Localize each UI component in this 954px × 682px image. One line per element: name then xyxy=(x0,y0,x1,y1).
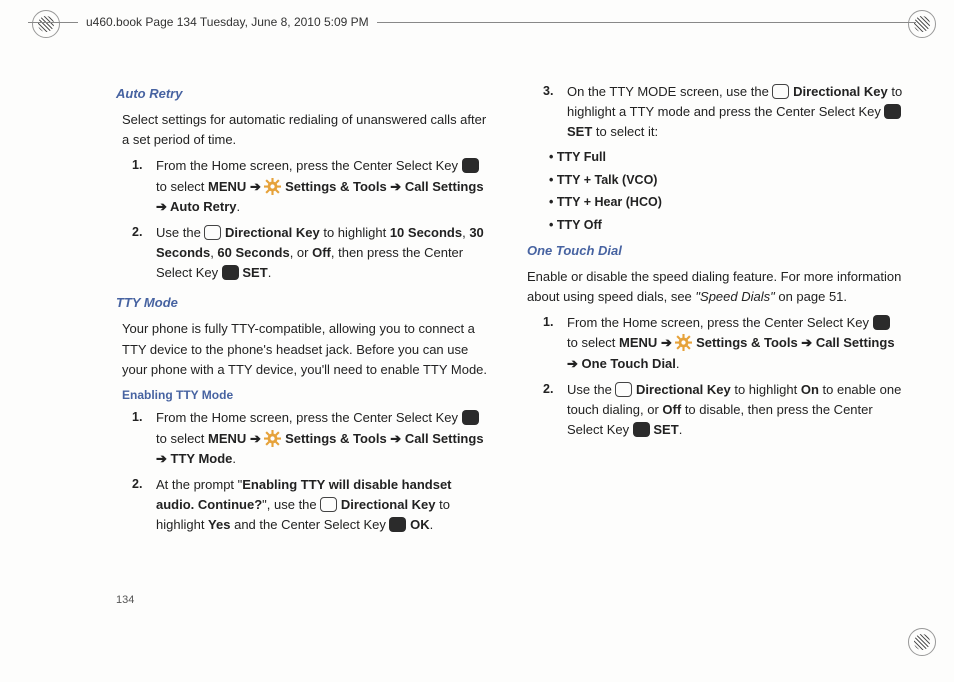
center-select-key-icon xyxy=(222,265,239,280)
tty-mode-intro: Your phone is fully TTY-compatible, allo… xyxy=(122,319,493,379)
otd-step2: 2. Use the Directional Key to highlight … xyxy=(567,380,904,440)
page-content: Auto Retry Select settings for automatic… xyxy=(116,82,904,612)
otd-step1: 1. From the Home screen, press the Cente… xyxy=(567,313,904,373)
center-select-key-icon xyxy=(884,104,901,119)
column-left: Auto Retry Select settings for automatic… xyxy=(116,82,493,612)
tty-opt-full: TTY Full xyxy=(549,148,904,167)
center-select-key-icon xyxy=(873,315,890,330)
heading-one-touch-dial: One Touch Dial xyxy=(527,241,904,261)
center-select-key-icon xyxy=(389,517,406,532)
tty-opt-hco: TTY + Hear (HCO) xyxy=(549,193,904,212)
tty-opt-vco: TTY + Talk (VCO) xyxy=(549,171,904,190)
column-right: 3. On the TTY MODE screen, use the Direc… xyxy=(527,82,904,612)
auto-retry-intro: Select settings for automatic redialing … xyxy=(122,110,493,150)
directional-key-icon xyxy=(320,497,337,512)
auto-retry-step2: 2. Use the Directional Key to highlight … xyxy=(156,223,493,283)
gear-icon xyxy=(264,178,281,195)
center-select-key-icon xyxy=(633,422,650,437)
tty-step2: 2. At the prompt "Enabling TTY will disa… xyxy=(156,475,493,535)
subheading-enabling-tty: Enabling TTY Mode xyxy=(122,386,493,405)
gear-icon xyxy=(264,430,281,447)
center-select-key-icon xyxy=(462,410,479,425)
registration-mark-br xyxy=(908,628,936,656)
page-header: u460.book Page 134 Tuesday, June 8, 2010… xyxy=(78,15,377,29)
tty-step1: 1. From the Home screen, press the Cente… xyxy=(156,408,493,468)
auto-retry-step1: 1. From the Home screen, press the Cente… xyxy=(156,156,493,216)
heading-auto-retry: Auto Retry xyxy=(116,84,493,104)
gear-icon xyxy=(675,334,692,351)
directional-key-icon xyxy=(615,382,632,397)
one-touch-intro: Enable or disable the speed dialing feat… xyxy=(527,267,904,307)
center-select-key-icon xyxy=(462,158,479,173)
heading-tty-mode: TTY Mode xyxy=(116,293,493,313)
tty-opt-off: TTY Off xyxy=(549,216,904,235)
directional-key-icon xyxy=(772,84,789,99)
directional-key-icon xyxy=(204,225,221,240)
registration-mark-tl xyxy=(32,10,60,38)
registration-mark-tr xyxy=(908,10,936,38)
tty-step3: 3. On the TTY MODE screen, use the Direc… xyxy=(567,82,904,142)
page-number: 134 xyxy=(116,594,134,606)
